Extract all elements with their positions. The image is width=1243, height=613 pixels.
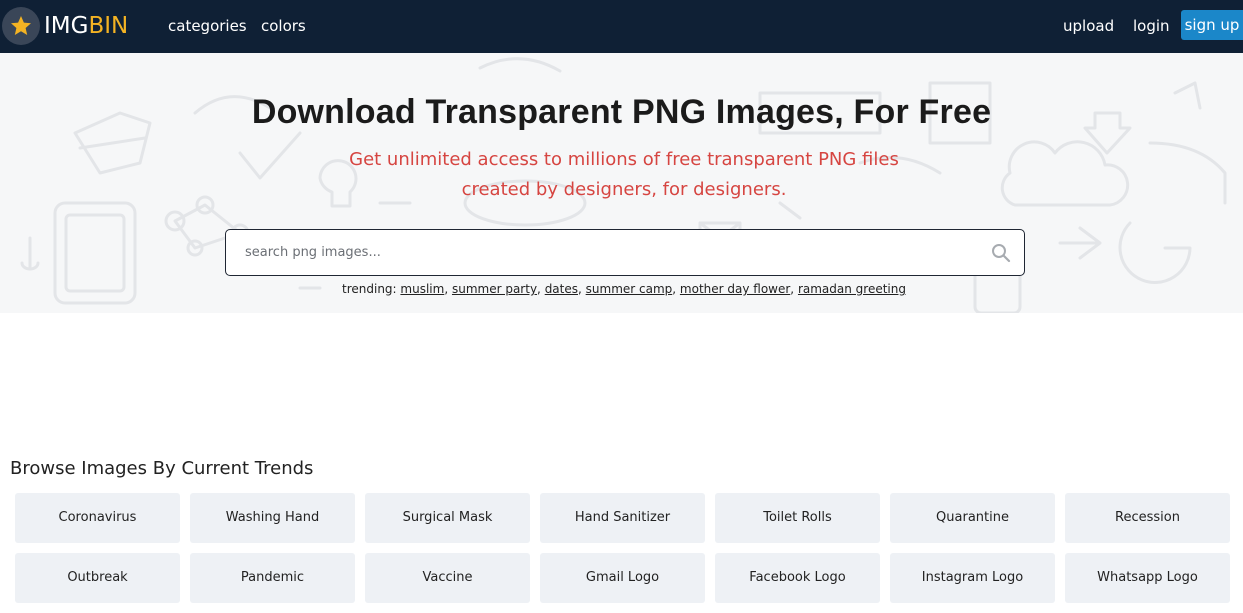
trending-link-ramadan-greeting[interactable]: ramadan greeting [798, 282, 906, 296]
trending-link-dates[interactable]: dates [545, 282, 578, 296]
trend-item[interactable]: Toilet Rolls [715, 493, 880, 543]
trends-section-title: Browse Images By Current Trends [10, 458, 314, 479]
trend-item[interactable]: Hand Sanitizer [540, 493, 705, 543]
hero-subtitle-line1: Get unlimited access to millions of free… [349, 149, 899, 170]
logo-text-img: IMG [44, 13, 89, 39]
trend-item[interactable]: Facebook Logo [715, 553, 880, 603]
search-icon[interactable] [991, 243, 1011, 263]
logo-badge [2, 7, 40, 45]
trend-item[interactable]: Gmail Logo [540, 553, 705, 603]
nav-colors-link[interactable]: colors [261, 0, 306, 53]
trending-label: trending: [342, 282, 397, 296]
trend-item[interactable]: Recession [1065, 493, 1230, 543]
nav-upload-link[interactable]: upload [1063, 0, 1114, 53]
hero-subtitle-line2: created by designers, for designers. [461, 179, 787, 200]
trend-item[interactable]: Whatsapp Logo [1065, 553, 1230, 603]
trend-item[interactable]: Washing Hand [190, 493, 355, 543]
trending-link-summer-camp[interactable]: summer camp [586, 282, 673, 296]
hero-section: Download Transparent PNG Images, For Fre… [0, 53, 1243, 313]
signup-button[interactable]: sign up [1181, 10, 1243, 40]
trending-link-muslim[interactable]: muslim [400, 282, 444, 296]
trend-item[interactable]: Outbreak [15, 553, 180, 603]
trend-item[interactable]: Pandemic [190, 553, 355, 603]
nav-login-link[interactable]: login [1133, 0, 1170, 53]
site-logo[interactable]: IMGBIN [2, 6, 128, 46]
search-input[interactable] [226, 230, 986, 275]
top-navbar: IMGBIN categories colors upload login si… [0, 0, 1243, 53]
hero-subtitle: Get unlimited access to millions of free… [0, 145, 1243, 205]
trending-link-summer-party[interactable]: summer party [452, 282, 537, 296]
logo-wordmark: IMGBIN [44, 13, 128, 39]
logo-text-bin: BIN [88, 13, 129, 39]
trending-link-mother-day-flower[interactable]: mother day flower [680, 282, 790, 296]
trend-item[interactable]: Quarantine [890, 493, 1055, 543]
nav-categories-link[interactable]: categories [168, 0, 247, 53]
trend-item[interactable]: Vaccine [365, 553, 530, 603]
trending-searches: trending: muslim, summer party, dates, s… [342, 282, 906, 296]
hero-title: Download Transparent PNG Images, For Fre… [251, 93, 992, 131]
trend-item[interactable]: Coronavirus [15, 493, 180, 543]
trend-item[interactable]: Instagram Logo [890, 553, 1055, 603]
star-icon [11, 16, 31, 35]
trend-item[interactable]: Surgical Mask [365, 493, 530, 543]
search-box [225, 229, 1025, 276]
